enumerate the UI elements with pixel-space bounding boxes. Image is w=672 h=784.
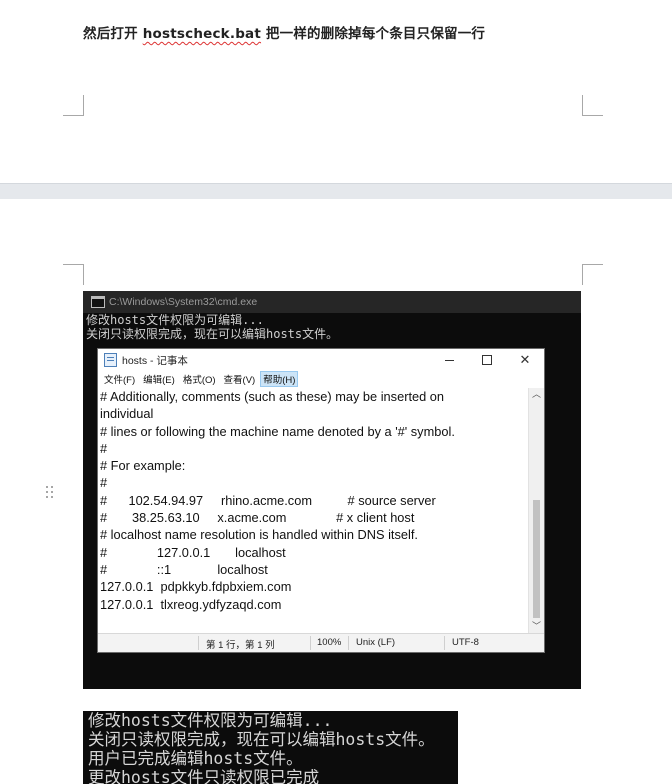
cmd-output-line: 修改hosts文件权限为可编辑... bbox=[88, 711, 333, 730]
close-button[interactable]: ✕ bbox=[506, 349, 544, 371]
scroll-down-arrow-icon[interactable]: ﹀ bbox=[529, 620, 544, 634]
margin-corner-marker bbox=[63, 95, 84, 116]
scroll-up-arrow-icon[interactable]: ︿ bbox=[529, 388, 544, 402]
vertical-scrollbar[interactable]: ︿ ﹀ bbox=[528, 388, 544, 634]
cmd-title: C:\Windows\System32\cmd.exe bbox=[109, 296, 258, 308]
text-line: # bbox=[100, 475, 108, 491]
text-line: 127.0.0.1 pdpkkyb.fdpbxiem.com bbox=[100, 579, 292, 595]
margin-corner-marker bbox=[63, 264, 84, 285]
text-line: # Additionally, comments (such as these)… bbox=[100, 389, 445, 404]
text-line: # ::1 localhost bbox=[100, 561, 268, 577]
cmd-output-line: 修改hosts文件权限为可编辑... bbox=[86, 313, 264, 327]
cmd-output-line: 关闭只读权限完成，现在可以编辑hosts文件。 bbox=[88, 730, 435, 749]
status-cursor-position: 第 1 行，第 1 列 bbox=[206, 640, 275, 651]
text-line: # For example: bbox=[100, 458, 186, 474]
notepad-text-area[interactable]: # Additionally, comments (such as these)… bbox=[98, 388, 526, 634]
notepad-menubar: 文件(F) 编辑(E) 格式(O) 查看(V) 帮助(H) bbox=[98, 371, 544, 387]
scrollbar-thumb[interactable] bbox=[533, 500, 540, 618]
instruction-suffix: 把一样的删除掉每个条目只保留一行 bbox=[261, 26, 486, 42]
instruction-filename: hostscheck.bat bbox=[142, 26, 262, 42]
menu-format[interactable]: 格式(O) bbox=[180, 371, 219, 387]
embedded-screenshot-cmd-output[interactable]: 修改hosts文件权限为可编辑... 关闭只读权限完成，现在可以编辑hosts文… bbox=[83, 711, 458, 784]
close-icon: ✕ bbox=[519, 352, 531, 368]
console-icon bbox=[91, 296, 105, 308]
menu-view[interactable]: 查看(V) bbox=[221, 371, 259, 387]
notepad-window: hosts - 记事本 ✕ 文件(F) 编辑(E) 格式(O) 查看(V) 帮助… bbox=[97, 348, 545, 653]
text-line: # 38.25.63.10 x.acme.com # x client host bbox=[100, 510, 415, 526]
menu-help[interactable]: 帮助(H) bbox=[260, 371, 299, 387]
minimize-button[interactable] bbox=[430, 349, 468, 371]
block-drag-handle-icon[interactable] bbox=[44, 482, 54, 498]
text-line: # localhost name resolution is handled w… bbox=[100, 527, 418, 543]
status-zoom: 100% bbox=[317, 637, 342, 648]
notepad-titlebar: hosts - 记事本 ✕ bbox=[98, 349, 544, 371]
text-line: # bbox=[100, 440, 108, 456]
text-line: # 102.54.94.97 rhino.acme.com # source s… bbox=[100, 492, 436, 508]
maximize-icon bbox=[482, 355, 492, 365]
margin-corner-marker bbox=[582, 264, 603, 285]
text-line: # 127.0.0.1 localhost bbox=[100, 544, 286, 560]
embedded-screenshot-cmd-notepad[interactable]: C:\Windows\System32\cmd.exe 修改hosts文件权限为… bbox=[83, 291, 581, 689]
menu-edit[interactable]: 编辑(E) bbox=[140, 371, 178, 387]
document-page-1: 然后打开 hostscheck.bat 把一样的删除掉每个条目只保留一行 bbox=[0, 0, 672, 183]
minimize-icon bbox=[444, 359, 454, 361]
cmd-output-line: 关闭只读权限完成，现在可以编辑hosts文件。 bbox=[86, 327, 339, 341]
status-encoding: UTF-8 bbox=[452, 637, 479, 648]
maximize-button[interactable] bbox=[468, 349, 506, 371]
instruction-prefix: 然后打开 bbox=[83, 26, 143, 42]
text-line: individual bbox=[100, 406, 154, 422]
menu-file[interactable]: 文件(F) bbox=[101, 371, 138, 387]
text-line: # lines or following the machine name de… bbox=[100, 423, 455, 439]
text-line: 127.0.0.1 tlxreog.ydfyzaqd.com bbox=[100, 596, 282, 612]
status-line-ending: Unix (LF) bbox=[356, 637, 396, 648]
notepad-title: hosts - 记事本 bbox=[122, 354, 188, 367]
cmd-output-line: 用户已完成编辑hosts文件。 bbox=[88, 749, 303, 768]
cmd-titlebar: C:\Windows\System32\cmd.exe bbox=[83, 291, 581, 313]
page-separator bbox=[0, 183, 672, 200]
notepad-statusbar: 第 1 行，第 1 列 100% Unix (LF) UTF-8 bbox=[98, 633, 544, 652]
instruction-paragraph[interactable]: 然后打开 hostscheck.bat 把一样的删除掉每个条目只保留一行 bbox=[83, 22, 485, 42]
notepad-icon bbox=[104, 353, 117, 367]
margin-corner-marker bbox=[582, 95, 603, 116]
cmd-output-line: 更改hosts文件只读权限已完成 bbox=[88, 768, 320, 784]
